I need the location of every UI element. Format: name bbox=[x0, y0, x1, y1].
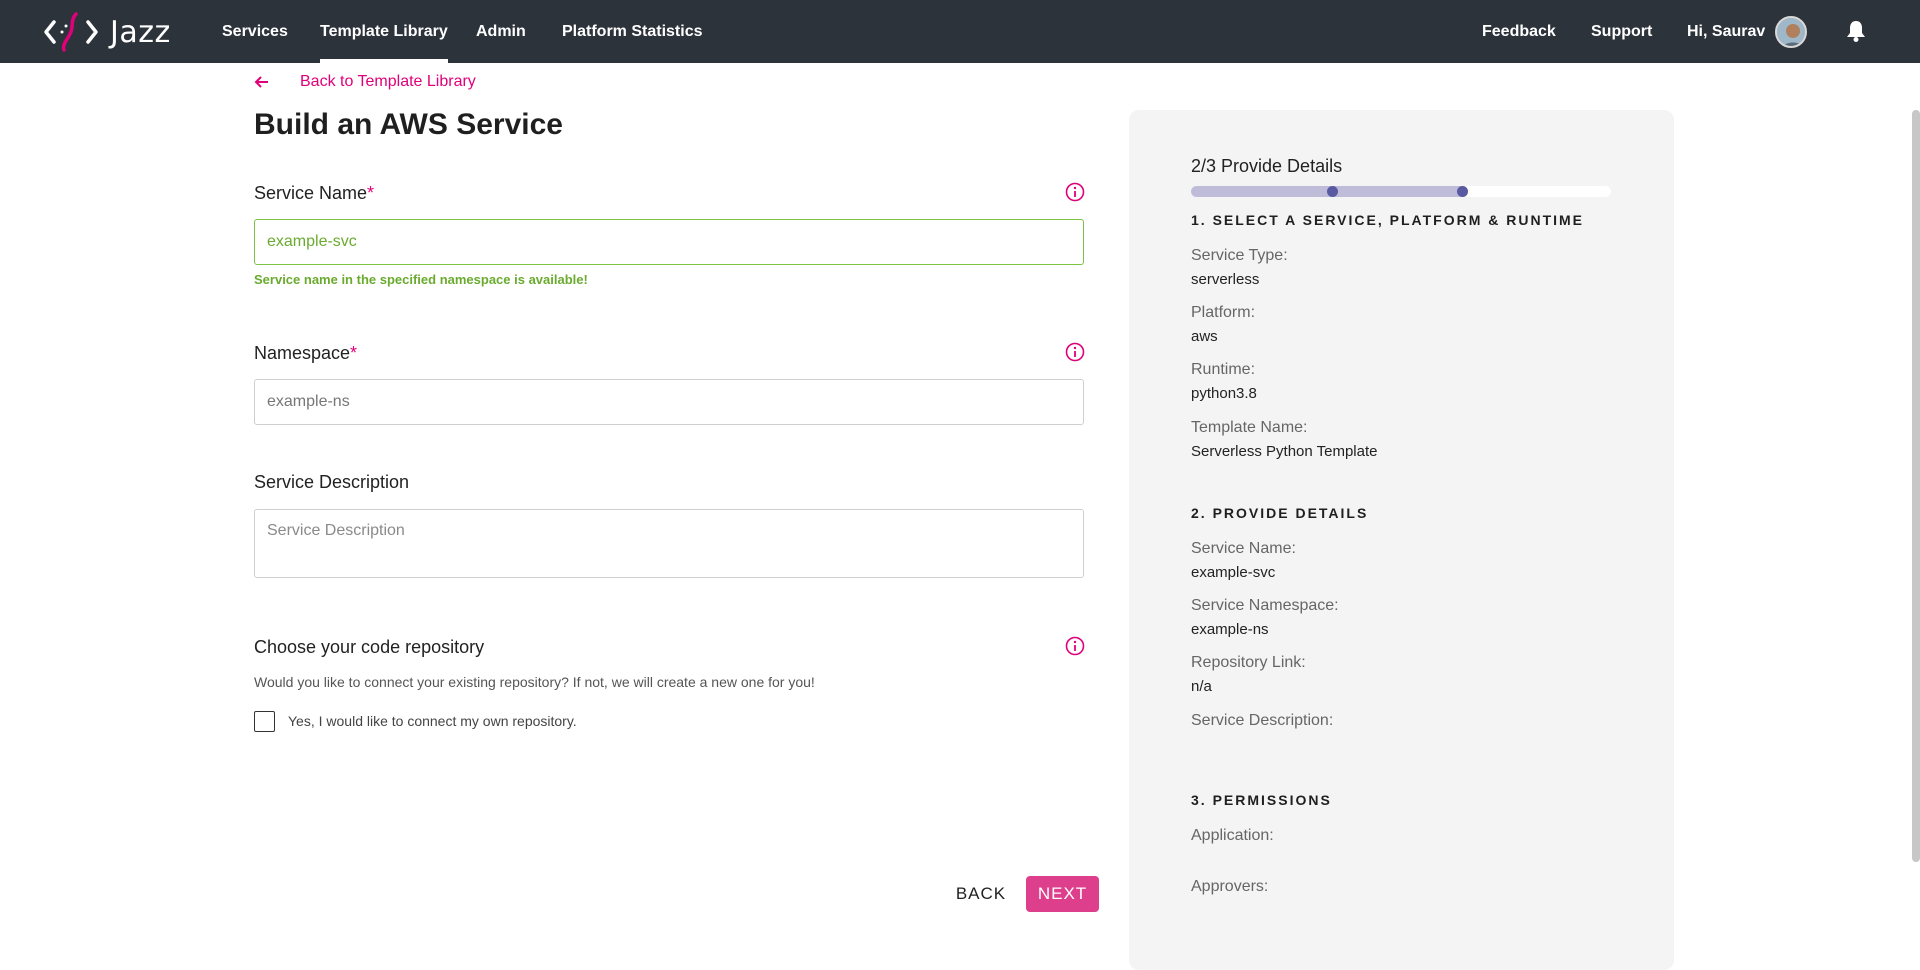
info-icon[interactable] bbox=[1065, 342, 1085, 362]
nav-feedback[interactable]: Feedback bbox=[1482, 0, 1556, 63]
user-greeting[interactable]: Hi, Saurav bbox=[1687, 0, 1765, 63]
code-repository-label: Choose your code repository bbox=[254, 637, 485, 657]
info-icon[interactable] bbox=[1065, 636, 1085, 656]
summary-value: n/a bbox=[1191, 678, 1212, 695]
summary-label: Application: bbox=[1191, 827, 1274, 844]
back-to-template-library-link[interactable]: Back to Template Library bbox=[254, 72, 476, 92]
connect-repository-label[interactable]: Yes, I would like to connect my own repo… bbox=[288, 713, 577, 729]
nav-platform-statistics[interactable]: Platform Statistics bbox=[562, 0, 702, 63]
summary-label: Runtime: bbox=[1191, 361, 1256, 378]
page-title: Build an AWS Service bbox=[254, 108, 563, 141]
service-name-availability: Service name in the specified namespace … bbox=[254, 272, 588, 287]
next-button[interactable]: NEXT bbox=[1026, 876, 1099, 912]
summary-value: Serverless Python Template bbox=[1191, 443, 1378, 460]
summary-value: aws bbox=[1191, 328, 1218, 345]
nav-admin[interactable]: Admin bbox=[476, 0, 526, 63]
summary-value: serverless bbox=[1191, 271, 1260, 288]
summary-label: Service Name: bbox=[1191, 540, 1296, 557]
summary-label: Platform: bbox=[1191, 304, 1256, 321]
summary-label: Service Description: bbox=[1191, 712, 1334, 729]
jazz-logo[interactable]: Jazz bbox=[42, 12, 171, 52]
nav-template-library[interactable]: Template Library bbox=[320, 0, 448, 63]
connect-repository-checkbox[interactable] bbox=[254, 711, 275, 732]
logo-text: Jazz bbox=[110, 14, 171, 50]
nav-services[interactable]: Services bbox=[222, 0, 288, 63]
bell-icon[interactable] bbox=[1846, 20, 1866, 42]
nav-support[interactable]: Support bbox=[1591, 0, 1652, 63]
service-description-textarea[interactable]: Service Description bbox=[254, 509, 1084, 578]
summary-section-2-title: 2. PROVIDE DETAILS bbox=[1191, 505, 1369, 521]
summary-label: Service Namespace: bbox=[1191, 597, 1339, 614]
progress-bar bbox=[1191, 186, 1611, 197]
summary-section-3-title: 3. PERMISSIONS bbox=[1191, 792, 1332, 808]
back-button[interactable]: BACK bbox=[948, 876, 1014, 912]
info-icon[interactable] bbox=[1065, 182, 1085, 202]
namespace-input[interactable]: example-ns bbox=[254, 379, 1084, 425]
service-name-label: Service Name* bbox=[254, 183, 375, 203]
avatar[interactable] bbox=[1775, 16, 1807, 48]
summary-label: Approvers: bbox=[1191, 878, 1269, 895]
summary-value: example-ns bbox=[1191, 621, 1269, 638]
summary-value: python3.8 bbox=[1191, 385, 1257, 402]
progress-step-dot bbox=[1457, 186, 1468, 197]
jazz-logo-icon bbox=[44, 12, 98, 52]
service-name-input[interactable]: example-svc bbox=[254, 219, 1084, 265]
top-nav-bar: Jazz Services Template Library Admin Pla… bbox=[0, 0, 1920, 63]
progress-step-dot bbox=[1327, 186, 1338, 197]
summary-label: Repository Link: bbox=[1191, 654, 1306, 671]
namespace-label: Namespace* bbox=[254, 343, 358, 363]
summary-label: Template Name: bbox=[1191, 419, 1308, 436]
step-indicator: 2/3 Provide Details bbox=[1191, 156, 1343, 176]
avatar-image bbox=[1777, 18, 1805, 46]
summary-section-1-title: 1. SELECT A SERVICE, PLATFORM & RUNTIME bbox=[1191, 212, 1585, 228]
code-repository-description: Would you like to connect your existing … bbox=[254, 674, 815, 690]
service-description-label: Service Description bbox=[254, 472, 410, 492]
summary-label: Service Type: bbox=[1191, 247, 1288, 264]
arrow-left-icon bbox=[254, 76, 268, 88]
summary-value: example-svc bbox=[1191, 564, 1276, 581]
back-link-label: Back to Template Library bbox=[300, 73, 476, 90]
scrollbar[interactable] bbox=[1912, 110, 1920, 862]
